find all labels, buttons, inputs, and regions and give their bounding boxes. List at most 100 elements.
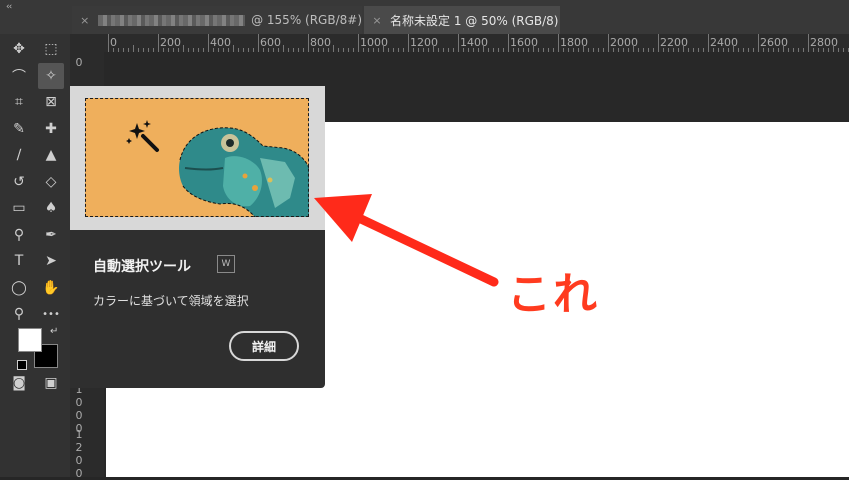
crop-tool[interactable]: ⌗: [6, 89, 32, 115]
lasso-tool[interactable]: ⌒: [6, 63, 32, 89]
ruler-tick: [808, 34, 809, 52]
hand-tool[interactable]: ✋: [38, 275, 64, 301]
ellipse-tool[interactable]: ◯: [6, 275, 32, 301]
gradient-icon: ▭: [12, 200, 26, 216]
ruler-tick: [683, 45, 684, 52]
ruler-tick: [758, 34, 759, 52]
move-icon: ✥: [13, 41, 25, 57]
magic-wand-icon: ✧: [45, 67, 57, 84]
mores-icon: •••: [42, 308, 60, 320]
screen-mode-icon: ▣: [44, 375, 58, 391]
ruler-tick: [183, 45, 184, 52]
magic-wand-tool[interactable]: ✧: [38, 62, 64, 89]
eyedropper-icon: ✎: [13, 120, 25, 137]
document-tab-bar: ‹‹ × @ 155% (RGB/8#) × 名称未設定 1 @ 50% (RG…: [0, 0, 849, 34]
document-tab-2[interactable]: × 名称未設定 1 @ 50% (RGB/8): [364, 6, 560, 34]
tooltip-preview-image: [85, 98, 309, 217]
eyedropper-tool[interactable]: ✎: [6, 116, 32, 142]
pen-icon: ✒: [45, 226, 57, 243]
pen-tool[interactable]: ✒: [38, 222, 64, 248]
ruler-tick: [133, 45, 134, 52]
crop-icon: ⌗: [15, 94, 23, 110]
shortcut-badge: W: [217, 255, 235, 273]
path-selection-tool[interactable]: ➤: [38, 248, 64, 274]
ruler-tick: [558, 34, 559, 52]
vertical-ruler-label: 0: [75, 56, 83, 69]
marquee-icon: ⬚: [44, 41, 58, 57]
foreground-color-swatch[interactable]: [18, 328, 42, 352]
type-icon: T: [14, 253, 24, 269]
lasso-icon: ⌒: [12, 68, 26, 85]
ruler-tick: [158, 34, 159, 52]
ruler-tick: [383, 45, 384, 52]
tools-panel: ✥ ⬚ ⌒ ✧ ⌗ ⊠ ✎ ✚ ∕ ▲ ↺ ◇ ▭ ♠ ⚲ ✒ T ➤ ◯ ✋ ⚲ ••• ◙ ▣ ↵: [0, 34, 70, 477]
horizontal-ruler: 0 200 400 600 800 1000 1200 1400 1600 1800 2000 220…: [70, 34, 849, 53]
path-selection-icon: ➤: [45, 253, 57, 269]
tooltip-preview-frame: [70, 86, 325, 230]
type-tool[interactable]: T: [6, 248, 32, 274]
brush-tool[interactable]: ∕: [6, 142, 32, 168]
vertical-ruler-label: 1200: [75, 428, 83, 480]
dodge-icon: ⚲: [13, 226, 25, 243]
quick-mask[interactable]: ◙: [6, 370, 32, 396]
close-tab-icon[interactable]: ×: [72, 14, 98, 27]
collapse-panels-icon[interactable]: ‹‹: [6, 2, 12, 12]
ruler-tick: [583, 45, 584, 52]
move-tool[interactable]: ✥: [6, 36, 32, 62]
annotation-arrow: [314, 194, 499, 287]
blur-tool[interactable]: ♠: [38, 195, 64, 221]
ruler-tick: [433, 45, 434, 52]
ruler-tick: [733, 45, 734, 52]
selection-marquee: [85, 98, 309, 217]
blur-icon: ♠: [44, 200, 58, 216]
dodge-tool[interactable]: ⚲: [6, 222, 32, 248]
ruler-tick: [658, 34, 659, 52]
tooltip-description: カラーに基づいて領域を選択: [93, 294, 249, 308]
ruler-tick: [208, 34, 209, 52]
default-colors-icon[interactable]: [17, 360, 27, 370]
frame-icon: ⊠: [45, 94, 57, 110]
gradient-tool[interactable]: ▭: [6, 195, 32, 221]
healing-brush-tool[interactable]: ✚: [38, 116, 64, 142]
ruler-tick: [333, 45, 334, 52]
ruler-tick: [608, 34, 609, 52]
ruler-tick: [833, 45, 834, 52]
ellipse-icon: ◯: [11, 279, 27, 296]
ruler-tick: [233, 45, 234, 52]
hand-icon: ✋: [42, 279, 60, 296]
screen-mode[interactable]: ▣: [38, 370, 64, 396]
ruler-tick: [783, 45, 784, 52]
ruler-tick: [358, 34, 359, 52]
quick-mask-icon: ◙: [12, 375, 26, 391]
ruler-tick: [633, 45, 634, 52]
ruler-tick: [108, 34, 109, 52]
ruler-tick: [408, 34, 409, 52]
healing-brush-icon: ✚: [45, 120, 57, 137]
history-brush-tool[interactable]: ↺: [6, 169, 32, 195]
blurred-filename: [97, 14, 246, 26]
eraser-tool[interactable]: ◇: [38, 169, 64, 195]
history-brush-icon: ↺: [13, 173, 25, 190]
frame-tool[interactable]: ⊠: [38, 89, 64, 115]
ruler-tick: [283, 45, 284, 52]
clone-stamp-icon: ▲: [45, 147, 57, 163]
ruler-tick: [533, 45, 534, 52]
tool-tooltip: 自動選択ツール W カラーに基づいて領域を選択 詳細: [70, 86, 325, 388]
close-tab-icon[interactable]: ×: [364, 14, 390, 27]
document-tab-1[interactable]: × @ 155% (RGB/8#): [72, 6, 362, 34]
tooltip-title: 自動選択ツール: [93, 259, 191, 275]
learn-more-button[interactable]: 詳細: [229, 331, 299, 361]
eraser-icon: ◇: [45, 173, 57, 190]
zoom-tool[interactable]: ⚲: [6, 301, 32, 327]
marquee-tool[interactable]: ⬚: [38, 36, 64, 62]
annotation-text: これ: [507, 269, 599, 320]
brush-icon: ∕: [16, 147, 22, 163]
tab-label: @ 155% (RGB/8#): [251, 13, 362, 27]
clone-stamp-tool[interactable]: ▲: [38, 142, 64, 168]
swap-colors-icon[interactable]: ↵: [50, 326, 58, 337]
ruler-tick: [483, 45, 484, 52]
ruler-tick: [258, 34, 259, 52]
more-tools[interactable]: •••: [38, 301, 64, 327]
ruler-tick: [308, 34, 309, 52]
ruler-tick: [508, 34, 509, 52]
